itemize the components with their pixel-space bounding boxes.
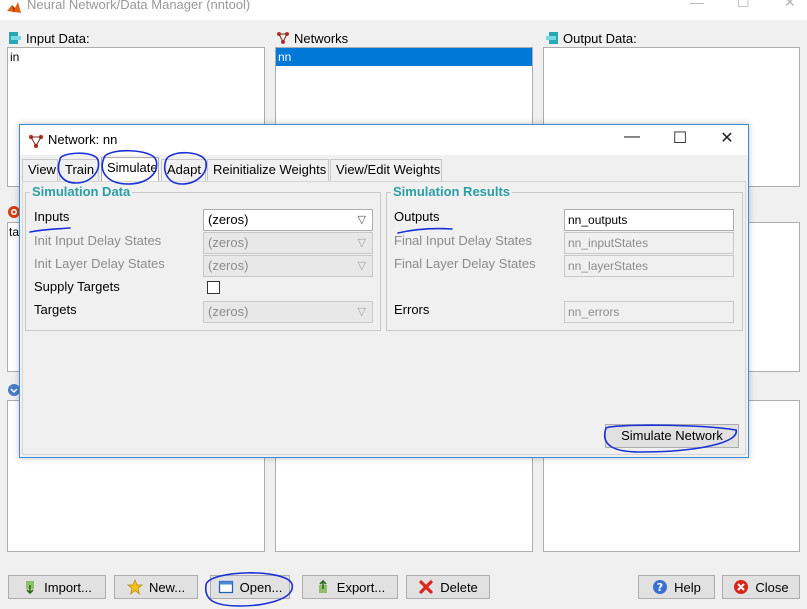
errors-field: nn_errors xyxy=(564,301,734,323)
help-button[interactable]: ? Help xyxy=(638,575,715,599)
tab-view[interactable]: View xyxy=(22,159,58,181)
init-input-delay-select: (zeros) ▽ xyxy=(203,232,373,254)
help-icon: ? xyxy=(653,580,668,594)
targets-label: Targets xyxy=(34,302,77,317)
close-circle-icon xyxy=(734,580,749,594)
input-data-label: Input Data: xyxy=(8,31,90,46)
delete-button[interactable]: Delete xyxy=(406,575,490,599)
nntool-window: Neural Network/Data Manager (nntool) — ☐… xyxy=(0,0,807,609)
window-title: Neural Network/Data Manager (nntool) xyxy=(27,0,251,12)
final-layer-delay-field: nn_layerStates xyxy=(564,255,734,277)
output-data-label: Output Data: xyxy=(545,31,637,46)
export-button[interactable]: Export... xyxy=(302,575,398,599)
chevron-down-icon: ▽ xyxy=(357,260,366,272)
tab-simulate[interactable]: Simulate xyxy=(101,157,159,181)
import-button[interactable]: Import... xyxy=(8,575,106,599)
svg-text:?: ? xyxy=(657,581,663,594)
errors-label: Errors xyxy=(394,302,430,317)
maximize-icon[interactable]: ☐ xyxy=(737,0,750,11)
chevron-down-icon: ▽ xyxy=(357,237,366,249)
simulation-results-group: Simulation Results Outputs nn_outputs Fi… xyxy=(386,184,743,331)
init-layer-delay-select: (zeros) ▽ xyxy=(203,255,373,277)
supply-targets-checkbox[interactable] xyxy=(207,281,220,294)
target-data-list[interactable]: ta xyxy=(7,222,19,372)
simulation-results-title: Simulation Results xyxy=(391,184,513,199)
error-data-list[interactable] xyxy=(748,222,800,372)
network-icon xyxy=(28,134,44,149)
list-item[interactable]: ta xyxy=(8,223,19,241)
inputs-select[interactable]: (zeros) ▽ xyxy=(203,209,373,231)
network-icon xyxy=(277,32,289,44)
tab-adapt[interactable]: Adapt xyxy=(161,159,206,181)
outputs-label: Outputs xyxy=(394,209,440,224)
final-input-delay-label: Final Input Delay States xyxy=(394,233,533,248)
tab-train[interactable]: Train xyxy=(59,159,99,181)
list-item[interactable]: nn xyxy=(276,48,532,66)
minimize-icon[interactable]: — xyxy=(622,128,642,146)
open-button[interactable]: Open... xyxy=(210,575,290,599)
input-data-icon xyxy=(9,32,21,44)
tab-view-edit-weights[interactable]: View/Edit Weights xyxy=(330,159,442,181)
simulate-network-button[interactable]: Simulate Network xyxy=(605,424,739,448)
tab-reinitialize-weights[interactable]: Reinitialize Weights xyxy=(207,159,329,181)
export-icon xyxy=(318,579,327,593)
chevron-down-icon: ▽ xyxy=(357,306,366,318)
networks-label: Networks xyxy=(276,31,348,46)
simulate-tab-panel: Simulation Data Inputs (zeros) ▽ Init In… xyxy=(22,181,746,455)
dialog-title: Network: nn xyxy=(48,132,118,147)
network-dialog: Network: nn — ☐ ✕ View Train Simulate Ad… xyxy=(19,124,749,458)
list-item[interactable]: in xyxy=(8,48,264,66)
dialog-titlebar: Network: nn — ☐ ✕ xyxy=(20,125,748,155)
close-button[interactable]: Close xyxy=(722,575,800,599)
close-dialog-icon[interactable]: ✕ xyxy=(717,128,737,148)
maximize-icon[interactable]: ☐ xyxy=(670,128,690,148)
import-icon xyxy=(26,581,35,595)
final-layer-delay-label: Final Layer Delay States xyxy=(394,256,536,271)
final-input-delay-field: nn_inputStates xyxy=(564,232,734,254)
delete-x-icon xyxy=(419,580,433,594)
outputs-field[interactable]: nn_outputs xyxy=(564,209,734,231)
new-button[interactable]: New... xyxy=(114,575,198,599)
inputs-label: Inputs xyxy=(34,209,70,224)
main-titlebar: Neural Network/Data Manager (nntool) — ☐… xyxy=(0,0,807,20)
matlab-logo-icon xyxy=(7,2,21,13)
supply-targets-label: Supply Targets xyxy=(34,279,120,294)
simulation-data-title: Simulation Data xyxy=(30,184,133,199)
init-layer-delay-label: Init Layer Delay States xyxy=(34,256,165,271)
chevron-down-icon: ▽ xyxy=(357,214,366,226)
star-icon xyxy=(127,579,143,595)
minimize-icon[interactable]: — xyxy=(690,0,704,10)
init-input-delay-label: Init Input Delay States xyxy=(34,233,162,248)
output-data-icon xyxy=(546,32,558,44)
targets-select: (zeros) ▽ xyxy=(203,301,373,323)
window-icon xyxy=(218,580,233,594)
close-window-icon[interactable]: ✕ xyxy=(784,0,796,11)
simulation-data-group: Simulation Data Inputs (zeros) ▽ Init In… xyxy=(25,184,381,331)
